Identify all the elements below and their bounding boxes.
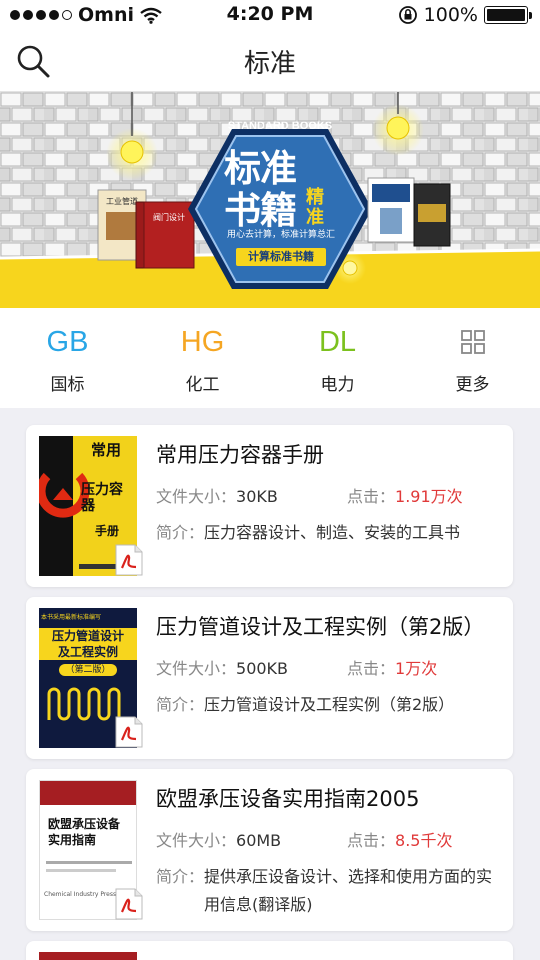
file-size: 文件大小：60MB [156, 831, 282, 850]
click-count: 点击：1万次 [347, 659, 438, 678]
category-hg[interactable]: HG 化工 [135, 308, 270, 408]
banner-heading-tag: 精准 [306, 187, 324, 228]
pdf-file-icon [115, 888, 143, 920]
grid-icon [461, 330, 485, 354]
book-cover [39, 952, 137, 960]
banner-heading-en: STANDARD BOOKS [227, 120, 333, 132]
file-size: 文件大小：30KB [156, 487, 278, 506]
file-size: 文件大小：500KB [156, 659, 289, 678]
book-card[interactable] [26, 941, 513, 960]
cover-title: 欧盟承压设备 [48, 817, 121, 831]
book-intro: 简介： 提供承压设备设计、选择和使用方面的实用信息(翻译版) [156, 867, 493, 914]
cover-title: 及工程实例 [39, 644, 137, 660]
cover-subtitle: 本书采用最新标准编写 [41, 614, 102, 621]
category-bar: GB 国标 HG 化工 DL 电力 更多 [0, 308, 540, 408]
click-count: 点击：1.91万次 [347, 487, 463, 506]
battery-icon [484, 6, 532, 24]
category-code: GB [46, 326, 89, 358]
rotation-lock-icon [398, 6, 417, 24]
category-label: 电力 [320, 375, 355, 395]
cover-title: 实用指南 [48, 833, 97, 847]
cover-title: 压力管道设计 [39, 628, 137, 644]
cover-title: 手册 [95, 524, 120, 538]
nav-bar: 标准 [0, 30, 540, 92]
category-dl[interactable]: DL 电力 [270, 308, 405, 408]
banner-ribbon: 计算标准书籍 [236, 248, 326, 266]
page-title: 标准 [243, 49, 296, 79]
category-more[interactable]: 更多 [405, 308, 540, 408]
svg-text:阀门设计: 阀门设计 [153, 212, 185, 222]
category-code: HG [180, 326, 225, 358]
book-title: 欧盟承压设备实用指南2005 [156, 787, 420, 811]
book-card[interactable]: 欧盟承压设备 实用指南 Chemical Industry Press 欧盟承压… [26, 769, 513, 931]
book-card[interactable]: 本书采用最新标准编写 压力管道设计 及工程实例 （第二版） 压力管道设计及工程实… [26, 597, 513, 759]
banner-slogan: 用心去计算，标准计算总汇 [226, 230, 335, 240]
cover-title: 压力容器 [81, 482, 123, 514]
banner-books-left: 工业管道 阀门设计 [97, 189, 195, 269]
book-intro: 简介： 压力管道设计及工程实例（第2版） [156, 695, 455, 714]
status-bar: Omni 4:20 PM 100% [0, 0, 540, 30]
cover-edition: （第二版） [59, 664, 117, 676]
category-label: 化工 [185, 375, 220, 395]
svg-text:工业管道: 工业管道 [106, 196, 138, 206]
category-gb[interactable]: GB 国标 [0, 308, 135, 408]
promo-banner[interactable]: 工业管道 阀门设计 STANDARD BOOKS 标准 书籍 精准 用心去计算，… [0, 92, 540, 308]
banner-heading-2: 书籍 [224, 189, 297, 232]
battery-percent: 100% [423, 4, 478, 26]
book-title: 常用压力容器手册 [156, 443, 324, 467]
category-code: DL [318, 326, 357, 358]
click-count: 点击：8.5千次 [347, 831, 453, 850]
status-right: 100% [398, 4, 532, 26]
category-label: 更多 [455, 375, 490, 395]
category-label: 国标 [50, 375, 85, 395]
cover-title: 常用 [91, 441, 122, 459]
pdf-file-icon [115, 716, 143, 748]
book-card[interactable]: 常用 压力容器 手册 常用压力容器手册 文件大小：30KB 点击：1.91万次 … [26, 425, 513, 587]
pdf-file-icon [115, 544, 143, 576]
book-title: 压力管道设计及工程实例（第2版） [156, 615, 485, 639]
book-intro: 简介： 压力容器设计、制造、安装的工具书 [156, 523, 461, 542]
banner-books-right [367, 177, 451, 247]
